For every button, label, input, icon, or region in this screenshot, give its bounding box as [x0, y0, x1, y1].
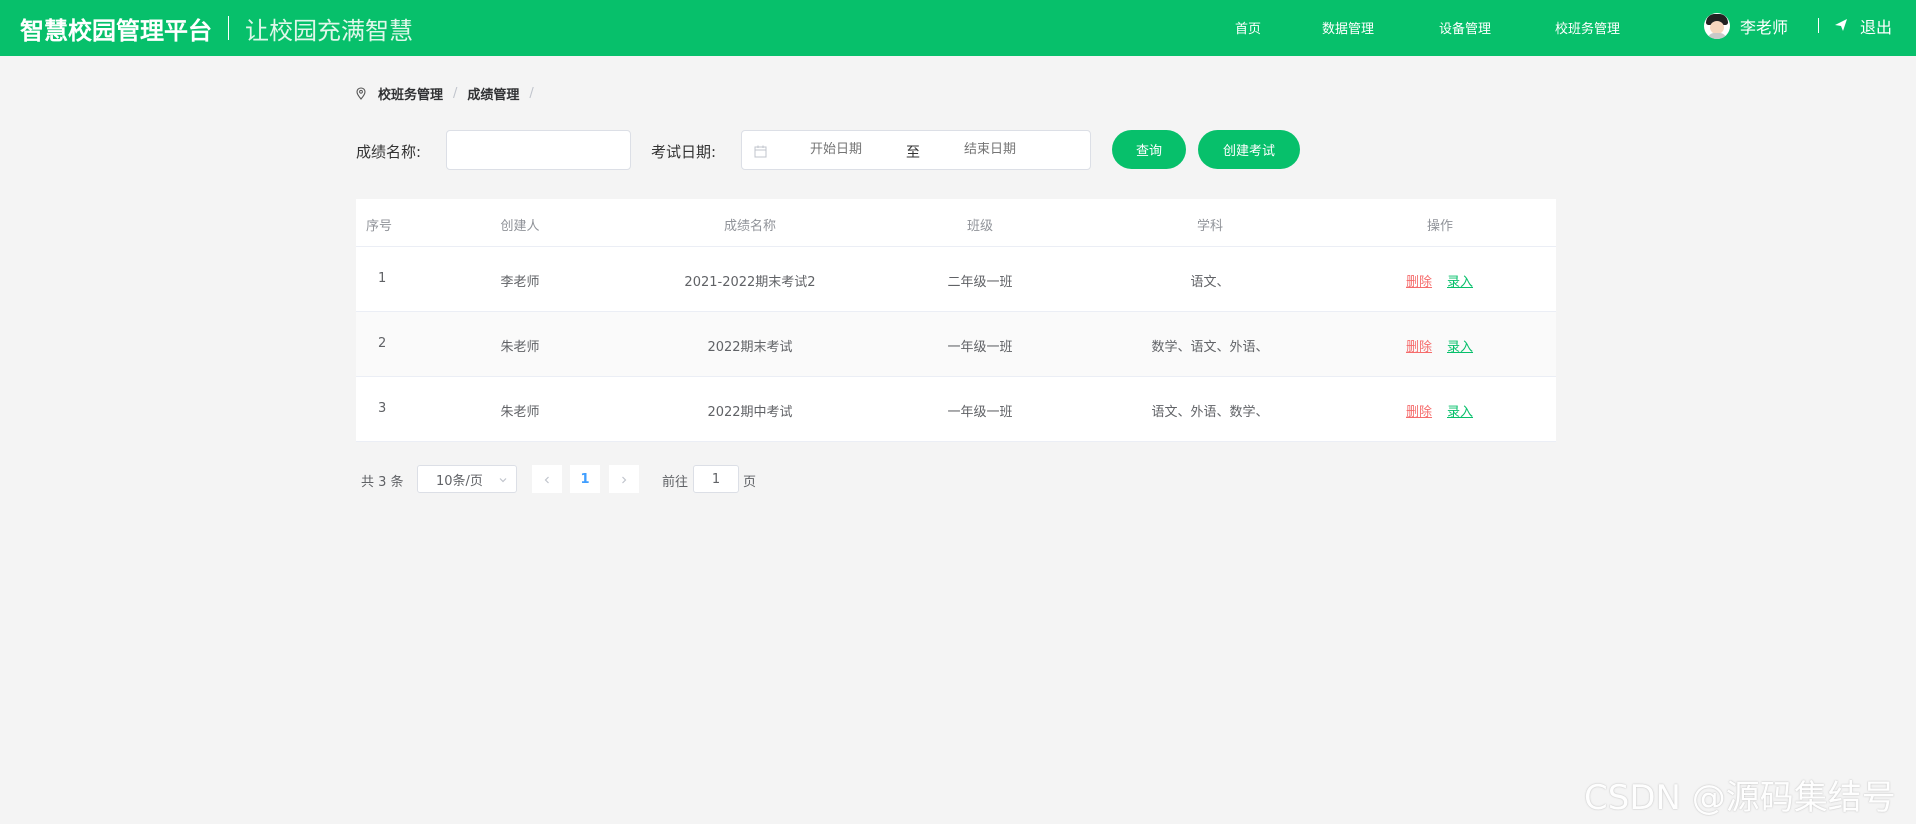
- goto-label: 前往: [662, 475, 689, 490]
- goto-page-input[interactable]: [693, 465, 739, 493]
- delete-link[interactable]: 删除: [1406, 401, 1432, 420]
- exam-date-label: 考试日期:: [651, 143, 717, 161]
- delete-link[interactable]: 删除: [1406, 336, 1432, 355]
- grade-name-input[interactable]: [446, 130, 631, 170]
- page-size-value: 10条/页: [436, 473, 483, 489]
- column-header-index: 序号: [366, 219, 393, 234]
- pagination-total: 共 3 条: [361, 475, 404, 490]
- cell-grade-name: 2021-2022期末考试2: [684, 275, 816, 290]
- page-suffix: 页: [743, 475, 757, 490]
- create-exam-button[interactable]: 创建考试: [1198, 130, 1300, 169]
- exam-date-range-picker[interactable]: 至: [741, 130, 1091, 170]
- cell-index: 2: [378, 336, 387, 351]
- cell-grade-name: 2022期末考试: [707, 340, 793, 355]
- header-divider: [1818, 18, 1819, 33]
- cell-creator: 朱老师: [500, 405, 540, 420]
- column-header-actions: 操作: [1426, 219, 1454, 234]
- brand: 智慧校园管理平台 让校园充满智慧: [20, 0, 413, 56]
- breadcrumb-item-class-affairs[interactable]: 校班务管理: [378, 84, 443, 103]
- nav-class-affairs[interactable]: 校班务管理: [1555, 18, 1620, 37]
- brand-divider: [228, 16, 229, 40]
- app-title: 智慧校园管理平台: [20, 16, 212, 45]
- breadcrumb-separator: /: [453, 86, 458, 101]
- entry-link[interactable]: 录入: [1447, 401, 1473, 420]
- next-page-button[interactable]: [609, 465, 639, 493]
- grades-table: 序号 创建人 成绩名称 班级 学科 操作 1 李老师 2021-2022期末考试…: [356, 199, 1556, 442]
- query-button[interactable]: 查询: [1112, 130, 1186, 169]
- cell-class: 二年级一班: [947, 275, 1013, 290]
- table-row: 1 李老师 2021-2022期末考试2 二年级一班 语文、 删除 录入: [356, 247, 1556, 312]
- table-row: 2 朱老师 2022期末考试 一年级一班 数学、语文、外语、 删除 录入: [356, 312, 1556, 377]
- breadcrumb: 校班务管理 / 成绩管理 /: [356, 84, 544, 103]
- avatar: [1704, 13, 1730, 39]
- column-header-class: 班级: [966, 219, 994, 234]
- entry-link[interactable]: 录入: [1447, 271, 1473, 290]
- cell-creator: 朱老师: [500, 340, 540, 355]
- nav-data-management[interactable]: 数据管理: [1322, 18, 1374, 37]
- entry-link[interactable]: 录入: [1447, 336, 1473, 355]
- chevron-right-icon: [619, 470, 629, 489]
- watermark: CSDN @源码集结号: [1584, 778, 1896, 818]
- cell-subjects: 数学、语文、外语、: [1151, 340, 1269, 355]
- send-icon: [1834, 17, 1848, 36]
- column-header-subject: 学科: [1196, 219, 1224, 234]
- cell-class: 一年级一班: [947, 405, 1013, 420]
- prev-page-button[interactable]: [532, 465, 562, 493]
- page-size-select[interactable]: 10条/页: [417, 465, 517, 493]
- nav-home[interactable]: 首页: [1235, 18, 1261, 37]
- user-name: 李老师: [1740, 18, 1789, 37]
- logout-button[interactable]: 退出: [1834, 14, 1892, 38]
- breadcrumb-separator: /: [529, 86, 534, 101]
- cell-creator: 李老师: [500, 275, 540, 290]
- cell-class: 一年级一班: [947, 340, 1013, 355]
- table-row: 3 朱老师 2022期中考试 一年级一班 语文、外语、数学、 删除 录入: [356, 377, 1556, 442]
- user-menu[interactable]: 李老师: [1704, 10, 1788, 42]
- start-date-input[interactable]: [791, 142, 881, 157]
- calendar-icon: [754, 143, 767, 162]
- delete-link[interactable]: 删除: [1406, 271, 1432, 290]
- app-slogan: 让校园充满智慧: [245, 16, 413, 45]
- cell-subjects: 语文、外语、数学、: [1151, 405, 1269, 420]
- cell-subjects: 语文、: [1190, 275, 1230, 290]
- cell-index: 3: [378, 401, 387, 416]
- page-number-current[interactable]: 1: [570, 465, 600, 493]
- logout-label: 退出: [1860, 18, 1893, 37]
- chevron-down-icon: [498, 474, 508, 489]
- grade-name-label: 成绩名称:: [356, 143, 422, 161]
- cell-index: 1: [378, 271, 387, 286]
- chevron-left-icon: [542, 470, 552, 489]
- date-range-separator: 至: [906, 145, 920, 161]
- cell-grade-name: 2022期中考试: [707, 405, 793, 420]
- table-header: 序号 创建人 成绩名称 班级 学科 操作: [356, 199, 1556, 247]
- breadcrumb-item-grades[interactable]: 成绩管理: [467, 84, 519, 103]
- nav-device-management[interactable]: 设备管理: [1439, 18, 1491, 37]
- column-header-creator: 创建人: [500, 219, 540, 234]
- top-header: 智慧校园管理平台 让校园充满智慧 首页 数据管理 设备管理 校班务管理 李老师 …: [0, 0, 1916, 56]
- location-icon: [356, 87, 366, 100]
- end-date-input[interactable]: [945, 142, 1035, 157]
- column-header-grade-name: 成绩名称: [723, 219, 777, 234]
